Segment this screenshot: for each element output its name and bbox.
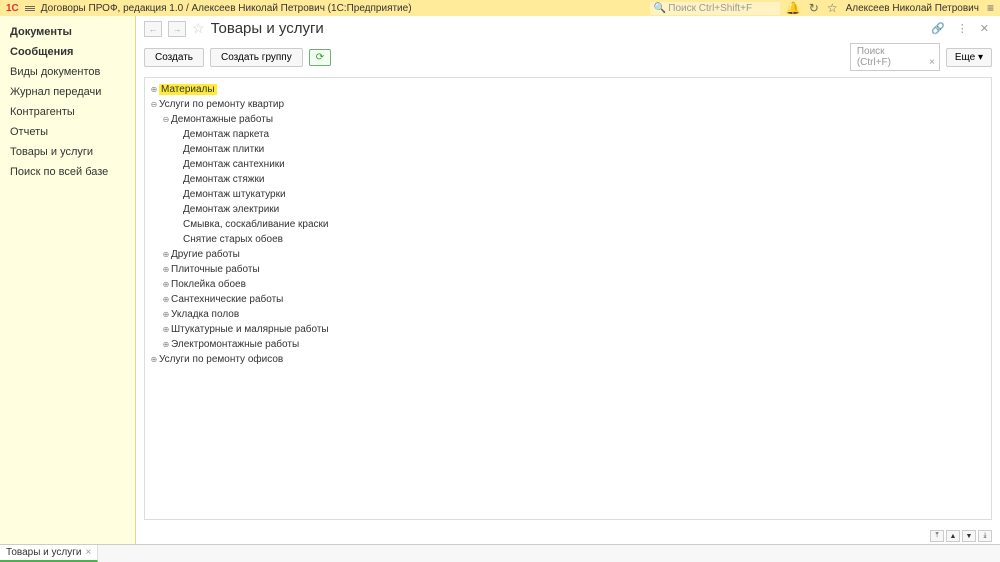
sidebar-item-7[interactable]: Поиск по всей базе (0, 162, 135, 182)
tab-goods-services[interactable]: Товары и услуги × (0, 545, 98, 562)
tree-label: Снятие старых обоев (183, 234, 283, 245)
window-title: Договоры ПРОФ, редакция 1.0 / Алексеев Н… (41, 3, 644, 14)
bell-icon[interactable]: 🔔 (786, 1, 801, 15)
tree-row[interactable]: ⊕Другие работы (145, 247, 991, 262)
star-icon[interactable]: ☆ (827, 1, 838, 15)
tree-label: Укладка полов (171, 309, 239, 320)
expand-icon[interactable]: ⊕ (161, 265, 171, 274)
history-icon[interactable]: ↻ (809, 1, 819, 15)
tree-row[interactable]: ⊕Плиточные работы (145, 262, 991, 277)
more-button[interactable]: Еще ▾ (946, 48, 992, 67)
create-button[interactable]: Создать (144, 48, 204, 67)
tree-row[interactable]: Смывка, соскабливание краски (145, 217, 991, 232)
tree-label: Демонтаж стяжки (183, 174, 264, 185)
tab-label: Товары и услуги (6, 547, 82, 558)
tree-row[interactable]: ⊖Демонтажные работы (145, 112, 991, 127)
tree-row[interactable]: Демонтаж стяжки (145, 172, 991, 187)
tree-label: Другие работы (171, 249, 240, 260)
tree-label: Демонтаж плитки (183, 144, 264, 155)
tree-label: Демонтаж паркета (183, 129, 269, 140)
refresh-button[interactable]: ⟳ (309, 49, 331, 66)
expand-icon[interactable]: ⊕ (161, 325, 171, 334)
user-name[interactable]: Алексеев Николай Петрович (846, 3, 979, 14)
sidebar: ДокументыСообщенияВиды документовЖурнал … (0, 16, 136, 544)
more-icon[interactable]: ⋮ (954, 22, 971, 35)
tree-label: Услуги по ремонту офисов (159, 354, 283, 365)
tree-view[interactable]: ⊕Материалы⊖Услуги по ремонту квартир⊖Дем… (144, 77, 992, 520)
search-input[interactable]: Поиск (Ctrl+F) × (850, 43, 940, 71)
tree-row[interactable]: ⊕Услуги по ремонту офисов (145, 352, 991, 367)
global-search[interactable]: 🔍 Поиск Ctrl+Shift+F (650, 2, 780, 15)
menu-icon[interactable] (25, 6, 35, 11)
tree-row[interactable]: ⊕Электромонтажные работы (145, 337, 991, 352)
sidebar-item-3[interactable]: Журнал передачи (0, 82, 135, 102)
search-icon: 🔍 (654, 3, 666, 14)
sidebar-item-2[interactable]: Виды документов (0, 62, 135, 82)
collapse-icon[interactable]: ⊖ (149, 100, 159, 109)
expand-icon[interactable]: ⊕ (161, 250, 171, 259)
content-area: ← → ☆ Товары и услуги 🔗 ⋮ ✕ Создать Созд… (136, 16, 1000, 544)
close-icon[interactable]: ✕ (977, 22, 992, 35)
bottom-tools: ⤒ ▲ ▼ ⤓ (136, 528, 1000, 544)
tree-label: Демонтаж штукатурки (183, 189, 286, 200)
expand-icon[interactable]: ⊕ (149, 85, 159, 94)
scroll-top-icon[interactable]: ⤒ (930, 530, 944, 542)
tree-row[interactable]: Демонтаж плитки (145, 142, 991, 157)
expand-icon[interactable]: ⊕ (149, 355, 159, 364)
tree-row[interactable]: Снятие старых обоев (145, 232, 991, 247)
sidebar-item-1[interactable]: Сообщения (0, 42, 135, 62)
tree-row[interactable]: Демонтаж штукатурки (145, 187, 991, 202)
tree-label: Электромонтажные работы (171, 339, 299, 350)
sidebar-item-4[interactable]: Контрагенты (0, 102, 135, 122)
expand-icon[interactable]: ⊕ (161, 310, 171, 319)
main-area: ДокументыСообщенияВиды документовЖурнал … (0, 16, 1000, 544)
create-group-button[interactable]: Создать группу (210, 48, 303, 67)
tree-label: Демонтаж электрики (183, 204, 279, 215)
scroll-up-icon[interactable]: ▲ (946, 530, 960, 542)
tree-row[interactable]: ⊕Поклейка обоев (145, 277, 991, 292)
toolbar: Создать Создать группу ⟳ Поиск (Ctrl+F) … (136, 37, 1000, 77)
settings-icon[interactable]: ≡ (987, 1, 994, 15)
favorite-star-icon[interactable]: ☆ (192, 20, 205, 37)
tree-row[interactable]: ⊕Штукатурные и малярные работы (145, 322, 991, 337)
sidebar-item-6[interactable]: Товары и услуги (0, 142, 135, 162)
tree-label: Штукатурные и малярные работы (171, 324, 329, 335)
page-title: Товары и услуги (211, 20, 324, 37)
tree-row[interactable]: ⊕Материалы (145, 82, 991, 97)
tree-label: Поклейка обоев (171, 279, 246, 290)
tree-row[interactable]: ⊕Укладка полов (145, 307, 991, 322)
tree-row[interactable]: Демонтаж сантехники (145, 157, 991, 172)
tree-label: Материалы (159, 84, 217, 95)
tree-label: Демонтаж сантехники (183, 159, 285, 170)
tree-label: Плиточные работы (171, 264, 260, 275)
collapse-icon[interactable]: ⊖ (161, 115, 171, 124)
sidebar-item-5[interactable]: Отчеты (0, 122, 135, 142)
topbar-right: 🔔 ↻ ☆ Алексеев Николай Петрович ≡ (786, 1, 994, 15)
page-header: ← → ☆ Товары и услуги 🔗 ⋮ ✕ (136, 16, 1000, 37)
link-icon[interactable]: 🔗 (928, 22, 948, 35)
expand-icon[interactable]: ⊕ (161, 280, 171, 289)
tab-close-icon[interactable]: × (86, 547, 92, 558)
scroll-bottom-icon[interactable]: ⤓ (978, 530, 992, 542)
tree-row[interactable]: Демонтаж электрики (145, 202, 991, 217)
expand-icon[interactable]: ⊕ (161, 340, 171, 349)
tree-label: Сантехнические работы (171, 294, 283, 305)
sidebar-item-0[interactable]: Документы (0, 22, 135, 42)
nav-forward-button[interactable]: → (168, 21, 186, 37)
top-bar: 1C Договоры ПРОФ, редакция 1.0 / Алексее… (0, 0, 1000, 16)
tree-row[interactable]: ⊖Услуги по ремонту квартир (145, 97, 991, 112)
logo-1c: 1C (6, 3, 19, 14)
tree-row[interactable]: Демонтаж паркета (145, 127, 991, 142)
tree-label: Услуги по ремонту квартир (159, 99, 284, 110)
tree-label: Смывка, соскабливание краски (183, 219, 329, 230)
tree-row[interactable]: ⊕Сантехнические работы (145, 292, 991, 307)
scroll-down-icon[interactable]: ▼ (962, 530, 976, 542)
expand-icon[interactable]: ⊕ (161, 295, 171, 304)
tab-bar: Товары и услуги × (0, 544, 1000, 562)
tree-label: Демонтажные работы (171, 114, 273, 125)
search-clear-icon[interactable]: × (929, 57, 935, 68)
nav-back-button[interactable]: ← (144, 21, 162, 37)
